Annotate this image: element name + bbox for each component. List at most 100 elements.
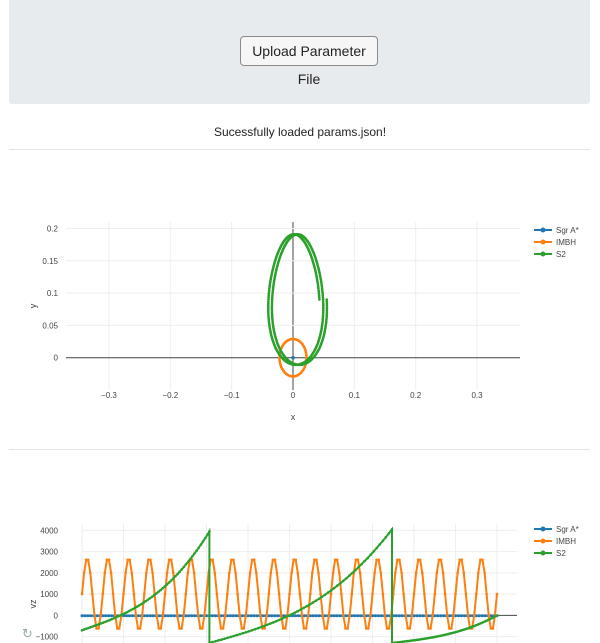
vz-velocity-plot[interactable]: −1000 0 1000 2000 3000 4000 vz Sgr A* IMBH S2 bbox=[0, 520, 600, 643]
s2-point bbox=[272, 621, 275, 624]
s2-point bbox=[163, 585, 167, 588]
imbh-point bbox=[82, 571, 86, 575]
imbh-point bbox=[290, 571, 293, 575]
s2-point bbox=[159, 588, 162, 592]
imbh-point bbox=[155, 614, 158, 617]
sgr-a-point bbox=[317, 614, 321, 618]
imbh-point bbox=[298, 592, 302, 596]
imbh-point bbox=[342, 614, 345, 617]
sgr-a-point bbox=[439, 614, 443, 618]
imbh-point bbox=[450, 627, 453, 630]
s2-point bbox=[93, 624, 96, 627]
s2-point bbox=[314, 599, 318, 602]
imbh-point bbox=[265, 614, 269, 617]
sgr-a-point bbox=[86, 614, 90, 618]
y-axis-label: vz bbox=[28, 599, 38, 609]
imbh-point bbox=[304, 627, 308, 630]
xy-orbit-plot[interactable]: −0.3 −0.2 −0.1 0 0.1 0.2 0.3 0 0.05 0.1 0.15 0.2 x y S… bbox=[0, 200, 600, 435]
imbh-point bbox=[425, 614, 428, 617]
s2-point bbox=[366, 556, 370, 560]
imbh-point bbox=[456, 571, 459, 575]
sgr-a-point bbox=[104, 614, 108, 618]
imbh-point bbox=[305, 353, 308, 357]
imbh-point bbox=[315, 558, 318, 562]
imbh-point bbox=[217, 614, 221, 617]
imbh-point bbox=[445, 614, 449, 617]
sgr-a-point bbox=[125, 614, 128, 618]
imbh-point bbox=[441, 571, 445, 575]
imbh-point bbox=[279, 614, 283, 617]
sgr-a-point bbox=[468, 614, 472, 618]
s2-point bbox=[296, 609, 300, 613]
imbh-point bbox=[130, 571, 134, 575]
sgr-a-point bbox=[406, 614, 410, 618]
sgr-a-point bbox=[323, 614, 327, 618]
imbh-point bbox=[124, 571, 127, 575]
s2-point bbox=[235, 633, 239, 637]
sgr-a-point bbox=[190, 614, 194, 618]
imbh-point bbox=[248, 571, 252, 575]
s2-point bbox=[372, 550, 376, 553]
imbh-point bbox=[257, 592, 260, 596]
imbh-point bbox=[97, 627, 100, 630]
imbh-point bbox=[196, 614, 200, 617]
imbh-point bbox=[288, 592, 291, 596]
y-tick-label: 0.05 bbox=[42, 321, 58, 330]
imbh-point bbox=[159, 627, 163, 630]
imbh-point bbox=[454, 592, 457, 596]
imbh-point bbox=[423, 592, 426, 596]
imbh-point bbox=[242, 627, 246, 630]
imbh-point bbox=[464, 592, 468, 596]
s2-point bbox=[253, 627, 257, 631]
legend-marker bbox=[540, 526, 546, 532]
imbh-point bbox=[182, 614, 185, 617]
sgr-a-point bbox=[344, 614, 348, 618]
s2-point bbox=[375, 546, 379, 550]
legend-label-s2: S2 bbox=[556, 250, 566, 259]
y-tick-label: 4000 bbox=[40, 526, 58, 535]
imbh-point bbox=[477, 571, 480, 575]
legend-label-sgr-a-: Sgr A* bbox=[556, 525, 579, 534]
imbh-point bbox=[103, 571, 107, 575]
imbh-point bbox=[134, 614, 138, 617]
imbh-point bbox=[99, 614, 102, 617]
s2-point bbox=[378, 543, 382, 546]
reset-axes-icon[interactable]: ↻ bbox=[22, 626, 33, 642]
sgr-a-point bbox=[270, 614, 274, 618]
sgr-a-point bbox=[240, 614, 244, 618]
imbh-point bbox=[238, 614, 241, 617]
imbh-point bbox=[277, 592, 281, 596]
s2-point bbox=[199, 543, 203, 546]
imbh-point bbox=[340, 592, 343, 596]
s2-point bbox=[384, 535, 388, 539]
s2-point bbox=[161, 587, 164, 590]
s2-point bbox=[357, 565, 360, 569]
sgr-a-point bbox=[436, 614, 440, 618]
y-tick-label: 0.1 bbox=[47, 289, 59, 298]
imbh-point bbox=[226, 592, 229, 596]
upload-panel: Upload Parameter File bbox=[9, 0, 590, 104]
imbh-point bbox=[275, 571, 279, 575]
legend-marker bbox=[540, 550, 546, 556]
sgr-a-point bbox=[459, 614, 463, 618]
imbh-point bbox=[254, 571, 258, 575]
sgr-a-point bbox=[95, 614, 99, 618]
s2-point bbox=[305, 604, 309, 608]
x-tick-label: 0.3 bbox=[471, 391, 483, 400]
upload-parameter-file-button[interactable]: Upload Parameter File bbox=[240, 36, 378, 87]
s2-point bbox=[325, 298, 329, 301]
imbh-point bbox=[246, 592, 250, 596]
imbh-point bbox=[381, 592, 385, 596]
s2-point bbox=[262, 624, 266, 628]
imbh-point bbox=[228, 571, 231, 575]
sgr-a-point bbox=[415, 614, 419, 618]
imbh-point bbox=[194, 592, 198, 596]
imbh-point bbox=[348, 614, 352, 617]
s2-point bbox=[311, 601, 315, 604]
imbh-point bbox=[311, 571, 314, 575]
sgr-a-point bbox=[166, 614, 170, 618]
imbh-point bbox=[252, 558, 256, 562]
imbh-point bbox=[377, 558, 381, 562]
imbh-point bbox=[138, 627, 142, 630]
imbh-point bbox=[495, 592, 499, 596]
